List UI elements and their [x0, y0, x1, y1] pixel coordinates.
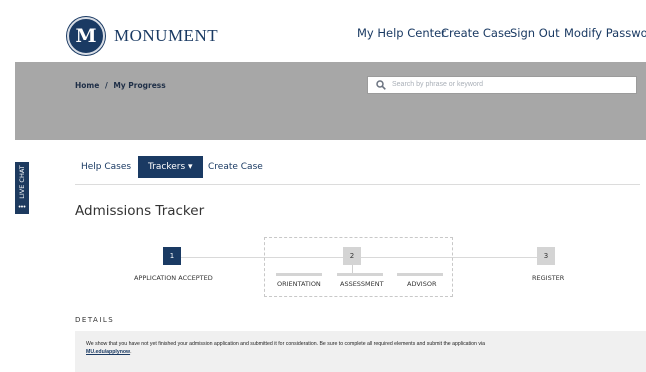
substep-advisor-label: ADVISOR	[407, 280, 437, 288]
details-text: We show that you have not yet finished y…	[86, 340, 641, 356]
tracker-step-3-marker[interactable]: 3	[537, 247, 555, 265]
tab-create-case[interactable]: Create Case	[208, 162, 263, 172]
nav-create-case[interactable]: Create Case	[441, 26, 511, 40]
search-input[interactable]: Search by phrase or keyword	[367, 76, 637, 94]
substep-assessment-label: ASSESSMENT	[340, 280, 384, 288]
tab-help-cases[interactable]: Help Cases	[81, 162, 131, 172]
top-navbar: M MONUMENT My Help Center Create Case Si…	[0, 0, 646, 62]
tracker-step-2-group	[264, 237, 453, 297]
tracker-step-1-marker[interactable]: 1	[163, 247, 181, 265]
tracker-step-1-label: APPLICATION ACCEPTED	[134, 274, 213, 282]
page-title: Admissions Tracker	[75, 203, 205, 219]
breadcrumb-separator: /	[104, 81, 108, 90]
details-panel: We show that you have not yet finished y…	[75, 331, 646, 372]
breadcrumb: Home / My Progress	[75, 81, 166, 90]
brand-name: MONUMENT	[114, 26, 219, 45]
tab-trackers[interactable]: Trackers ▾	[138, 156, 203, 178]
live-chat-tab[interactable]: LIVE CHAT	[15, 162, 29, 205]
monument-seal-icon: M	[67, 17, 105, 55]
substep-assessment-bar	[337, 273, 383, 276]
details-end: .	[130, 349, 132, 355]
nav-sign-out[interactable]: Sign Out	[510, 26, 560, 40]
search-placeholder: Search by phrase or keyword	[392, 81, 484, 88]
breadcrumb-current: My Progress	[113, 81, 166, 90]
details-heading: DETAILS	[75, 316, 115, 324]
tracker-substep-connector	[352, 265, 353, 273]
tracker-connector	[453, 257, 537, 258]
tracker-step-2-marker[interactable]: 2	[343, 247, 361, 265]
live-chat-label: LIVE CHAT	[18, 165, 26, 199]
substep-orientation-label: ORIENTATION	[277, 280, 321, 288]
nav-my-help-center[interactable]: My Help Center	[357, 26, 446, 40]
details-message: We show that you have not yet finished y…	[86, 341, 485, 347]
substep-orientation-bar	[276, 273, 322, 276]
header-band: Home / My Progress Search by phrase or k…	[15, 62, 646, 140]
tracker-connector	[180, 257, 265, 258]
nav-modify-password[interactable]: Modify Password	[564, 26, 646, 40]
substep-advisor-bar	[397, 273, 443, 276]
search-icon	[376, 80, 386, 90]
tabs-divider	[75, 184, 640, 185]
apply-now-link[interactable]: MU.edu/applynow	[86, 349, 130, 355]
monument-logo[interactable]: M MONUMENT	[67, 17, 218, 55]
breadcrumb-home[interactable]: Home	[75, 81, 99, 90]
tracker-step-3-label: REGISTER	[532, 274, 565, 282]
live-chat-more-icon[interactable]: •••	[15, 204, 29, 214]
